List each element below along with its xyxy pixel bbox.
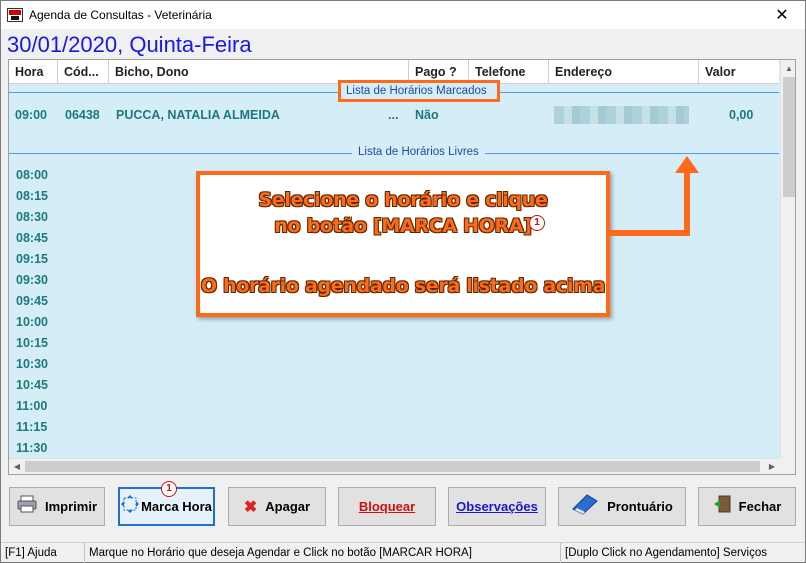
list-item-time[interactable]: 08:45 (16, 231, 48, 245)
apagar-label: Apagar (265, 499, 311, 514)
scroll-left-arrow-icon[interactable]: ◀ (9, 459, 25, 474)
bloquear-label: Bloquear (358, 499, 416, 514)
move-arrows-icon (121, 495, 140, 518)
list-item-time[interactable]: 11:15 (16, 420, 47, 434)
tutorial-callout: Selecione o horário e clique no botão [M… (196, 171, 610, 317)
row-endereco-blurred (554, 106, 689, 124)
vertical-scrollbar[interactable]: ▲ (780, 60, 795, 458)
callout-arrow-up-icon (675, 156, 699, 173)
apagar-button[interactable]: ✖ Apagar (228, 487, 326, 526)
list-item-time[interactable]: 08:00 (16, 168, 48, 182)
callout-step-badge: 1 (529, 215, 545, 231)
prontuario-label: Prontuário (607, 499, 673, 514)
row-ellipsis: ... (388, 108, 399, 122)
close-icon: ✕ (775, 7, 789, 24)
row-pago: Não (415, 108, 439, 122)
title-bar: Agenda de Consultas - Veterinária ✕ (1, 1, 805, 29)
status-bar: [F1] Ajuda Marque no Horário que deseja … (1, 542, 805, 563)
app-logo-icon (7, 8, 23, 22)
list-item-time[interactable]: 09:45 (16, 294, 48, 308)
list-item-time[interactable]: 09:30 (16, 273, 48, 287)
close-button[interactable]: ✕ (759, 1, 805, 29)
column-header-hora[interactable]: Hora (9, 60, 58, 84)
list-item-time[interactable]: 10:00 (16, 315, 48, 329)
book-icon (571, 493, 599, 520)
free-section-title: Lista de Horários Livres (352, 146, 485, 158)
list-item-time[interactable]: 09:15 (16, 252, 48, 266)
row-hora: 09:00 (15, 108, 47, 122)
row-valor: 0,00 (729, 108, 754, 122)
prontuario-button[interactable]: Prontuário (558, 487, 686, 526)
vertical-scroll-thumb[interactable] (783, 77, 795, 197)
fechar-button[interactable]: Fechar (698, 487, 796, 526)
callout-line-3: O horário agendado será listado acima (200, 275, 606, 297)
exit-door-icon (713, 495, 731, 518)
printer-icon (17, 495, 37, 518)
scroll-up-arrow-icon[interactable]: ▲ (781, 60, 795, 77)
callout-arrow-vertical (684, 171, 690, 236)
imprimir-button[interactable]: Imprimir (9, 487, 105, 526)
date-heading: 30/01/2020, Quinta-Feira (7, 32, 252, 57)
list-item-time[interactable]: 10:15 (16, 336, 48, 350)
bloquear-button[interactable]: Bloquear (338, 487, 436, 526)
list-item-time[interactable]: 08:15 (16, 189, 48, 203)
status-hint: Marque no Horário que deseja Agendar e C… (85, 542, 561, 563)
status-double-click: [Duplo Click no Agendamento] Serviços (565, 546, 767, 559)
scrollbar-corner (780, 458, 795, 474)
fechar-label: Fechar (738, 499, 782, 514)
marca-hora-label: Marca Hora (141, 499, 212, 514)
imprimir-label: Imprimir (44, 499, 97, 514)
scroll-right-arrow-icon[interactable]: ▶ (764, 459, 780, 474)
callout-line-1: Selecione o horário e clique (258, 189, 548, 211)
callout-line-2: no botão [MARCA HORA] (274, 215, 532, 237)
status-help: [F1] Ajuda (1, 542, 85, 563)
horizontal-scroll-thumb[interactable] (25, 461, 760, 472)
list-item-time[interactable]: 10:45 (16, 378, 48, 392)
list-item-time[interactable]: 11:30 (16, 441, 47, 455)
delete-x-icon: ✖ (243, 498, 258, 516)
column-header-valor[interactable]: Valor (699, 60, 779, 84)
window-title: Agenda de Consultas - Veterinária (29, 8, 212, 22)
column-header-codigo[interactable]: Cód... (58, 60, 109, 84)
observacoes-label: Observações (456, 499, 538, 514)
marca-hora-step-badge: 1 (161, 481, 177, 497)
row-codigo: 06438 (65, 108, 100, 122)
list-item-time[interactable]: 10:30 (16, 357, 48, 371)
list-item-time[interactable]: 11:00 (16, 399, 47, 413)
horizontal-scrollbar[interactable]: ◀ ▶ (9, 458, 780, 474)
booked-section-title: Lista de Horários Marcados (346, 85, 487, 97)
callout-arrow-horizontal (610, 230, 690, 236)
column-header-endereco[interactable]: Endereço (549, 60, 699, 84)
list-item-time[interactable]: 08:30 (16, 210, 48, 224)
observacoes-button[interactable]: Observações (448, 487, 546, 526)
row-bicho-dono: PUCCA, NATALIA ALMEIDA (116, 108, 280, 122)
app-window: Agenda de Consultas - Veterinária ✕ 30/0… (0, 0, 806, 563)
